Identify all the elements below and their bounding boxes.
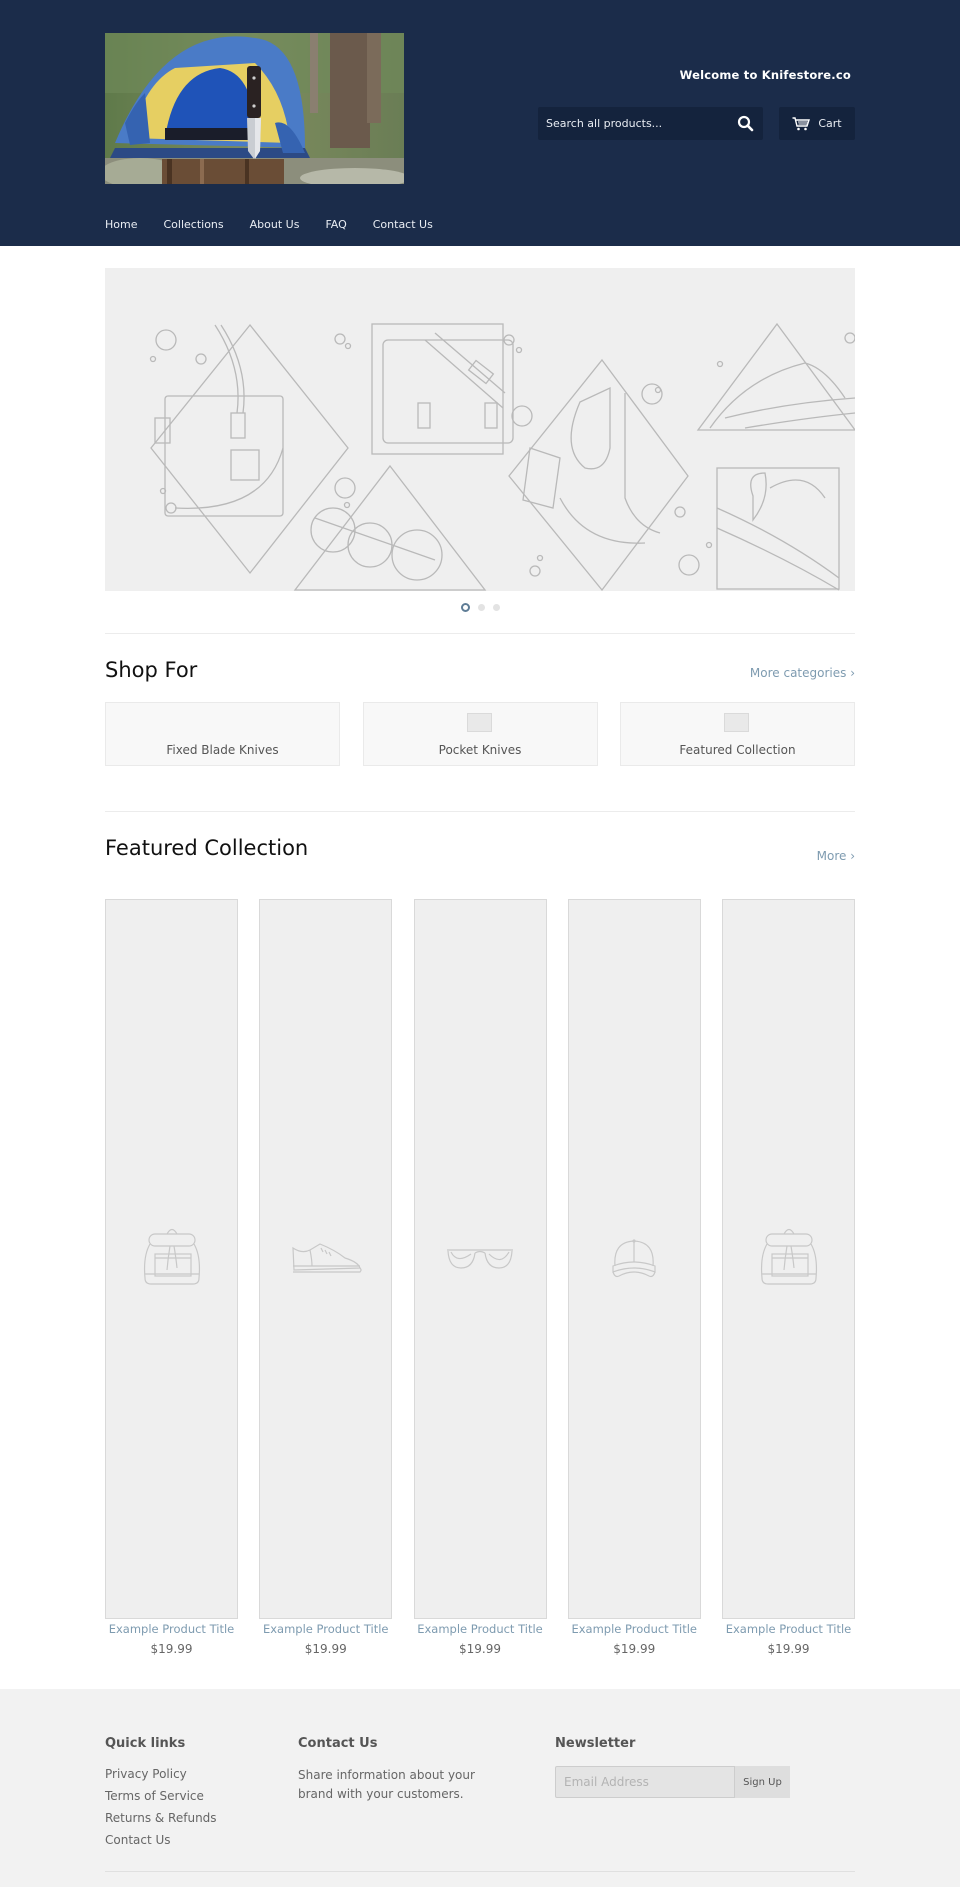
product-title[interactable]: Example Product Title xyxy=(568,1622,701,1636)
product-card[interactable]: Example Product Title $19.99 xyxy=(567,899,701,1656)
sunglasses-icon xyxy=(447,1249,513,1269)
backpack-icon xyxy=(760,1228,817,1285)
product-price: $19.99 xyxy=(150,1642,193,1656)
category-card-pocket-knives[interactable]: Pocket Knives xyxy=(362,702,598,766)
product-title[interactable]: Example Product Title xyxy=(414,1622,547,1636)
newsletter-email-input[interactable] xyxy=(555,1766,735,1798)
shop-for-title: Shop For xyxy=(105,658,198,682)
nav-home[interactable]: Home xyxy=(105,218,137,231)
category-label: Pocket Knives xyxy=(438,743,522,757)
product-title[interactable]: Example Product Title xyxy=(105,1622,238,1636)
product-image-placeholder xyxy=(105,899,238,1619)
category-card-fixed-blade-knives[interactable]: Fixed Blade Knives xyxy=(105,702,340,766)
search-form xyxy=(538,107,763,140)
product-image-placeholder xyxy=(722,899,855,1619)
welcome-message: Welcome to Knifestore.co xyxy=(679,68,851,82)
site-header: Welcome to Knifestore.co Cart Home Colle… xyxy=(0,0,960,246)
product-price: $19.99 xyxy=(613,1642,656,1656)
backpack-icon xyxy=(143,1228,200,1285)
shop-for-section: Shop For More categories › Fixed Blade K… xyxy=(105,658,855,766)
footer-link-privacy-policy[interactable]: Privacy Policy xyxy=(105,1766,217,1782)
featured-header: Featured Collection More › xyxy=(105,836,855,863)
cap-icon xyxy=(612,1239,656,1278)
shop-for-header: Shop For More categories › xyxy=(105,658,855,682)
footer-quick-links: Quick links Privacy Policy Terms of Serv… xyxy=(105,1736,217,1854)
slide-dot-3[interactable] xyxy=(492,603,500,611)
featured-more-link[interactable]: More › xyxy=(817,849,855,863)
product-price: $19.99 xyxy=(767,1642,810,1656)
product-title[interactable]: Example Product Title xyxy=(722,1622,855,1636)
hero-slideshow[interactable] xyxy=(105,268,855,591)
glasses-illustration xyxy=(293,464,487,591)
more-categories-link[interactable]: More categories › xyxy=(750,666,855,680)
section-divider xyxy=(105,633,855,634)
product-title[interactable]: Example Product Title xyxy=(259,1622,392,1636)
newsletter-signup-button[interactable]: Sign Up xyxy=(735,1766,790,1798)
nav-about-us[interactable]: About Us xyxy=(250,218,300,231)
cart-label: Cart xyxy=(818,117,842,130)
product-price: $19.99 xyxy=(459,1642,501,1656)
category-label: Featured Collection xyxy=(679,743,796,757)
product-image-placeholder xyxy=(259,899,393,1619)
category-thumbnail xyxy=(466,713,492,732)
search-input[interactable] xyxy=(538,107,728,140)
product-card[interactable]: Example Product Title $19.99 xyxy=(105,899,238,1656)
search-icon xyxy=(737,115,754,132)
logo-image[interactable] xyxy=(105,33,404,184)
contact-text: Share information about your brand with … xyxy=(298,1768,475,1801)
footer-link-contact-us[interactable]: Contact Us xyxy=(105,1832,217,1848)
hat-illustration xyxy=(716,467,840,591)
section-divider xyxy=(105,811,855,812)
product-card[interactable]: Example Product Title $19.99 xyxy=(413,899,547,1656)
featured-title: Featured Collection xyxy=(105,836,309,860)
boot-illustration xyxy=(508,358,689,591)
logo-photo xyxy=(105,33,404,184)
main-nav: Home Collections About Us FAQ Contact Us xyxy=(105,218,459,231)
site-footer: Quick links Privacy Policy Terms of Serv… xyxy=(0,1689,960,1887)
product-image-placeholder xyxy=(413,899,547,1619)
slide-dot-1[interactable] xyxy=(460,602,470,612)
nav-contact-us[interactable]: Contact Us xyxy=(373,218,433,231)
product-price: $19.99 xyxy=(304,1642,347,1656)
category-card-featured-collection[interactable]: Featured Collection xyxy=(620,702,855,766)
footer-link-terms-of-service[interactable]: Terms of Service xyxy=(105,1788,217,1804)
category-label: Fixed Blade Knives xyxy=(166,743,279,757)
footer-link-returns-refunds[interactable]: Returns & Refunds xyxy=(105,1810,217,1826)
contact-heading: Contact Us xyxy=(298,1736,378,1751)
product-card[interactable]: Example Product Title $19.99 xyxy=(259,899,393,1656)
sneaker-icon xyxy=(292,1243,362,1273)
slide-placeholder-illustration xyxy=(149,322,855,591)
slide-dot-2[interactable] xyxy=(477,603,485,611)
messenger-bag-illustration xyxy=(371,323,514,455)
cart-button[interactable]: Cart xyxy=(779,107,855,140)
nav-collections[interactable]: Collections xyxy=(163,218,223,231)
newsletter-form: Sign Up xyxy=(555,1766,790,1798)
footer-contact: Contact Us Share information about your … xyxy=(298,1736,513,1804)
quick-links-heading: Quick links xyxy=(105,1736,186,1751)
cart-icon xyxy=(792,116,811,130)
category-grid: Fixed Blade Knives Pocket Knives Feature… xyxy=(105,702,855,766)
product-card[interactable]: Example Product Title $19.99 xyxy=(722,899,855,1656)
featured-collection-section: Featured Collection More › Example Produ… xyxy=(105,836,855,1656)
footer-divider xyxy=(105,1871,855,1872)
nav-faq[interactable]: FAQ xyxy=(325,218,346,231)
footer-newsletter: Newsletter Sign Up xyxy=(555,1736,790,1798)
search-button[interactable] xyxy=(737,115,755,133)
product-image-placeholder xyxy=(567,899,701,1619)
slideshow-pagination xyxy=(0,601,960,613)
product-grid: Example Product Title $19.99 Example Pro… xyxy=(105,899,855,1656)
category-thumbnail xyxy=(724,713,749,732)
shoe-illustration xyxy=(696,322,855,431)
newsletter-heading: Newsletter xyxy=(555,1736,636,1751)
handbag-illustration xyxy=(150,323,349,575)
